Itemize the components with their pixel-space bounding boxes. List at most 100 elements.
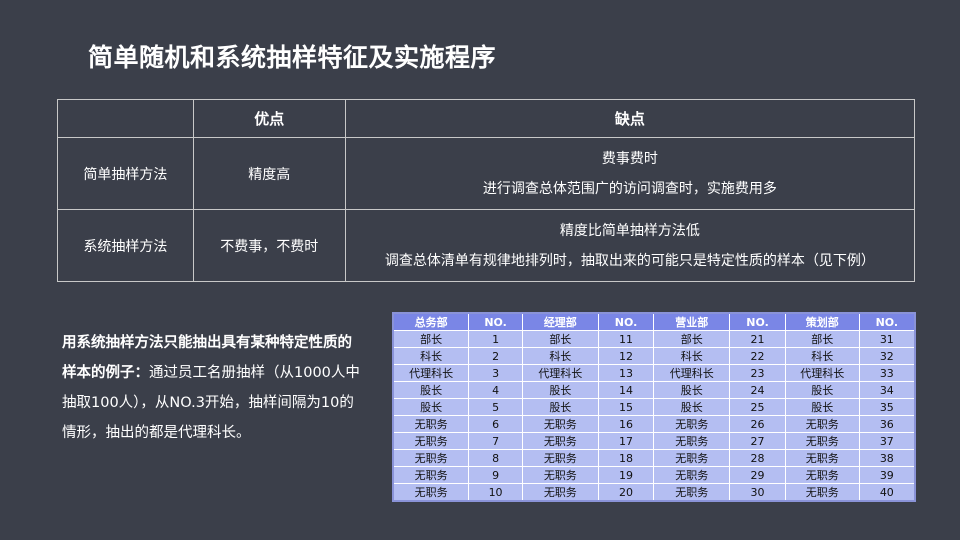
cons-simple-line-2: 进行调查总体范围广的访问调查时，实施费用多	[482, 180, 777, 197]
roster-cell: 39	[858, 466, 916, 484]
roster-row: 无职务 9 无职务 19 无职务 29 无职务 39	[392, 466, 916, 484]
roster-header-row: 总务部 NO. 经理部 NO. 营业部 NO. 策划部 NO.	[392, 312, 916, 331]
roster-header-cell: 营业部	[653, 312, 731, 331]
employee-roster-table: 总务部 NO. 经理部 NO. 营业部 NO. 策划部 NO. 部长 1 部长 11 部长 21 部长 31…	[392, 312, 916, 502]
roster-header-cell: NO.	[597, 312, 655, 331]
roster-cell: 无职务	[392, 483, 470, 502]
comparison-row-simple: 简单抽样方法 精度高 费事费时 进行调查总体范围广的访问调查时，实施费用多	[57, 137, 916, 210]
roster-row: 无职务 6 无职务 16 无职务 26 无职务 36	[392, 415, 916, 433]
roster-cell: 无职务	[521, 415, 599, 433]
roster-cell: 18	[597, 449, 655, 467]
pros-systematic: 不费事，不费时	[192, 209, 346, 282]
roster-cell: 无职务	[653, 466, 731, 484]
roster-cell: 代理科长	[653, 364, 731, 382]
roster-cell: 无职务	[784, 415, 860, 433]
roster-cell: 无职务	[392, 432, 470, 450]
roster-cell: 无职务	[521, 483, 599, 502]
roster-cell: 23	[729, 364, 786, 382]
roster-cell: 无职务	[392, 466, 470, 484]
roster-cell: 29	[729, 466, 786, 484]
cons-systematic-line-1: 精度比简单抽样方法低	[559, 222, 700, 239]
roster-cell: 24	[729, 381, 786, 399]
roster-row: 股长 5 股长 15 股长 25 股长 35	[392, 398, 916, 416]
roster-cell: 科长	[521, 347, 599, 365]
roster-body: 部长 1 部长 11 部长 21 部长 31 科长 2 科长 12 科长 22 科长 32 代理科长 3 代理科长 1…	[392, 330, 916, 502]
roster-header-cell: NO.	[468, 312, 523, 331]
header-cons: 缺点	[344, 99, 916, 138]
roster-cell: 6	[468, 415, 523, 433]
roster-cell: 17	[597, 432, 655, 450]
roster-cell: 部长	[784, 330, 860, 348]
roster-cell: 科长	[784, 347, 860, 365]
roster-cell: 35	[858, 398, 916, 416]
roster-cell: 无职务	[653, 483, 731, 502]
roster-cell: 27	[729, 432, 786, 450]
roster-cell: 无职务	[784, 449, 860, 467]
comparison-table: 优点 缺点 简单抽样方法 精度高 费事费时 进行调查总体范围广的访问调查时，实施…	[57, 99, 916, 282]
roster-row: 无职务 10 无职务 20 无职务 30 无职务 40	[392, 483, 916, 502]
roster-cell: 无职务	[521, 432, 599, 450]
roster-cell: 无职务	[392, 449, 470, 467]
pros-simple: 精度高	[192, 137, 346, 210]
roster-cell: 40	[858, 483, 916, 502]
cons-systematic: 精度比简单抽样方法低 调查总体清单有规律地排列时，抽取出来的可能只是特定性质的样…	[344, 209, 916, 282]
roster-cell: 无职务	[653, 415, 731, 433]
roster-cell: 部长	[521, 330, 599, 348]
roster-cell: 14	[597, 381, 655, 399]
roster-cell: 无职务	[392, 415, 470, 433]
header-empty	[57, 99, 194, 138]
roster-cell: 11	[597, 330, 655, 348]
roster-cell: 36	[858, 415, 916, 433]
roster-cell: 科长	[653, 347, 731, 365]
slide-title: 简单随机和系统抽样特征及实施程序	[88, 43, 497, 72]
roster-cell: 股长	[392, 398, 470, 416]
roster-cell: 代理科长	[784, 364, 860, 382]
roster-cell: 代理科长	[392, 364, 470, 382]
comparison-row-systematic: 系统抽样方法 不费事，不费时 精度比简单抽样方法低 调查总体清单有规律地排列时，…	[57, 209, 916, 282]
roster-cell: 5	[468, 398, 523, 416]
roster-cell: 股长	[653, 381, 731, 399]
roster-cell: 22	[729, 347, 786, 365]
roster-cell: 37	[858, 432, 916, 450]
method-simple: 简单抽样方法	[57, 137, 194, 210]
roster-cell: 无职务	[653, 432, 731, 450]
roster-row: 代理科长 3 代理科长 13 代理科长 23 代理科长 33	[392, 364, 916, 382]
roster-cell: 34	[858, 381, 916, 399]
roster-cell: 12	[597, 347, 655, 365]
roster-cell: 无职务	[653, 449, 731, 467]
roster-cell: 股长	[521, 398, 599, 416]
roster-cell: 无职务	[521, 449, 599, 467]
roster-cell: 13	[597, 364, 655, 382]
roster-cell: 21	[729, 330, 786, 348]
roster-row: 部长 1 部长 11 部长 21 部长 31	[392, 330, 916, 348]
roster-cell: 30	[729, 483, 786, 502]
roster-cell: 31	[858, 330, 916, 348]
roster-row: 股长 4 股长 14 股长 24 股长 34	[392, 381, 916, 399]
cons-systematic-line-2: 调查总体清单有规律地排列时，抽取出来的可能只是特定性质的样本（见下例）	[384, 252, 875, 269]
roster-row: 无职务 8 无职务 18 无职务 28 无职务 38	[392, 449, 916, 467]
roster-header-cell: 策划部	[784, 312, 860, 331]
roster-header-cell: NO.	[858, 312, 916, 331]
roster-cell: 8	[468, 449, 523, 467]
roster-cell: 股长	[521, 381, 599, 399]
roster-row: 无职务 7 无职务 17 无职务 27 无职务 37	[392, 432, 916, 450]
roster-cell: 股长	[653, 398, 731, 416]
roster-cell: 33	[858, 364, 916, 382]
roster-cell: 无职务	[784, 432, 860, 450]
roster-cell: 26	[729, 415, 786, 433]
roster-cell: 3	[468, 364, 523, 382]
roster-cell: 10	[468, 483, 523, 502]
roster-cell: 2	[468, 347, 523, 365]
roster-cell: 28	[729, 449, 786, 467]
cons-simple-line-1: 费事费时	[601, 150, 658, 167]
roster-cell: 代理科长	[521, 364, 599, 382]
roster-header-cell: 经理部	[521, 312, 599, 331]
roster-cell: 1	[468, 330, 523, 348]
roster-cell: 7	[468, 432, 523, 450]
roster-cell: 无职务	[521, 466, 599, 484]
roster-row: 科长 2 科长 12 科长 22 科长 32	[392, 347, 916, 365]
roster-cell: 无职务	[784, 483, 860, 502]
cons-simple: 费事费时 进行调查总体范围广的访问调查时，实施费用多	[344, 137, 916, 210]
roster-cell: 38	[858, 449, 916, 467]
roster-cell: 20	[597, 483, 655, 502]
